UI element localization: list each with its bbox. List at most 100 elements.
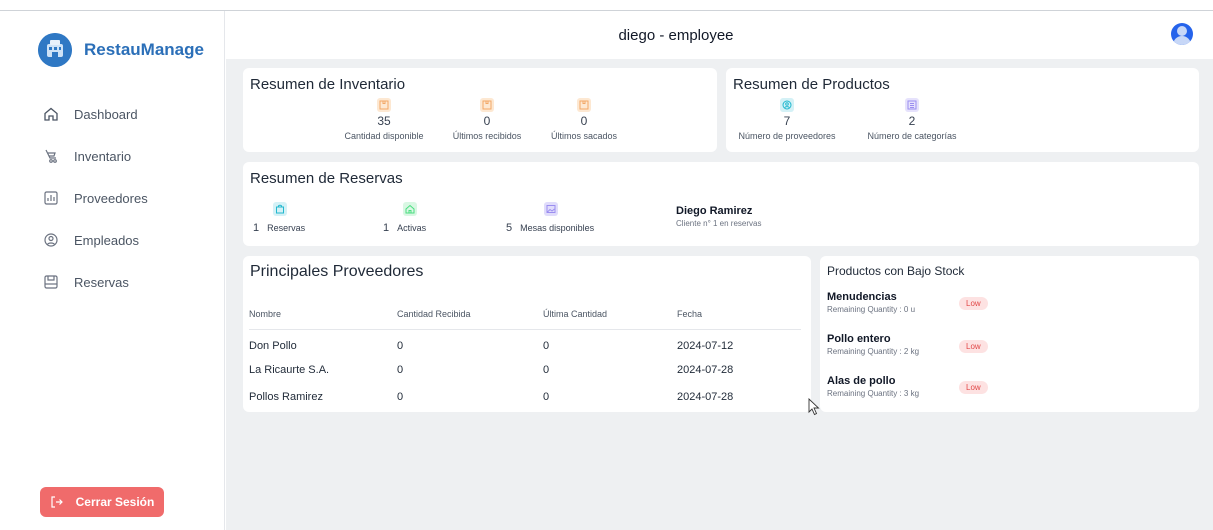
column-header[interactable]: Cantidad Recibida xyxy=(397,299,543,330)
sidebar-item-inventario[interactable]: Inventario xyxy=(42,135,148,177)
bag-icon xyxy=(273,202,287,216)
low-stock-card: Productos con Bajo Stock Menudencias Rem… xyxy=(820,256,1199,412)
sidebar-item-label: Dashboard xyxy=(74,106,138,122)
column-header[interactable]: Fecha xyxy=(677,299,801,330)
table-row[interactable]: La Ricaurte S.A. 0 0 2024-07-28 xyxy=(249,356,801,383)
suppliers-table: Nombre Cantidad Recibida Última Cantidad… xyxy=(249,299,801,410)
status-badge: Low xyxy=(959,340,988,353)
stat-value: 7 xyxy=(783,114,791,128)
remaining-quantity: Remaining Quantity : 0 u xyxy=(827,305,916,314)
inventory-summary-card: Resumen de Inventario 35 Cantidad dispon… xyxy=(243,68,717,152)
stat-active: 1 Activas xyxy=(383,202,426,234)
page-title: diego - employee xyxy=(618,27,734,44)
brand-name: RestauManage xyxy=(84,40,204,59)
chart-icon xyxy=(42,189,60,207)
low-stock-item[interactable]: Alas de pollo Remaining Quantity : 3 kg xyxy=(827,375,919,398)
stat-caption: Mesas disponibles xyxy=(520,223,595,233)
logout-label: Cerrar Sesión xyxy=(75,495,155,509)
stat-value: 5 xyxy=(506,222,513,234)
brand[interactable]: RestauManage xyxy=(38,33,204,67)
sidebar-item-empleados[interactable]: Empleados xyxy=(42,219,148,261)
table-cell: La Ricaurte S.A. xyxy=(249,363,330,376)
inventory-summary-title: Resumen de Inventario xyxy=(250,76,406,93)
stat-available: 35 Cantidad disponible xyxy=(339,98,429,141)
avatar[interactable] xyxy=(1171,23,1193,45)
user-circle-icon xyxy=(780,98,794,112)
low-stock-item[interactable]: Pollo entero Remaining Quantity : 2 kg xyxy=(827,333,919,356)
table-cell: 0 xyxy=(543,390,550,403)
reservation-summary-title: Resumen de Reservas xyxy=(250,170,403,187)
remaining-quantity: Remaining Quantity : 3 kg xyxy=(827,389,920,398)
stat-taken: 0 Últimos sacados xyxy=(546,98,622,141)
stat-caption: Activas xyxy=(397,223,427,233)
product-name: Alas de pollo xyxy=(827,375,896,387)
top-client-name: Diego Ramirez xyxy=(676,205,753,217)
sidebar-item-proveedores[interactable]: Proveedores xyxy=(42,177,148,219)
stat-caption: Cantidad disponible xyxy=(344,131,424,141)
box-icon xyxy=(377,98,391,112)
stat-caption: Número de proveedores xyxy=(738,131,836,141)
sidebar-item-reservas[interactable]: Reservas xyxy=(42,261,148,303)
user-icon xyxy=(42,231,60,249)
product-summary-card: Resumen de Productos 7 Número de proveed… xyxy=(726,68,1199,152)
low-stock-title: Productos con Bajo Stock xyxy=(827,264,965,278)
stat-value: 35 xyxy=(377,114,391,128)
table-cell: 0 xyxy=(397,363,404,376)
sidebar-item-label: Proveedores xyxy=(74,190,148,206)
top-client-note: Cliente n° 1 en reservas xyxy=(676,219,762,228)
stat-suppliers: 7 Número de proveedores xyxy=(732,98,842,141)
box-icon xyxy=(577,98,591,112)
header: diego - employee xyxy=(226,11,1213,59)
status-badge: Low xyxy=(959,297,988,310)
house-icon xyxy=(403,202,417,216)
stat-caption: Número de categorías xyxy=(867,131,957,141)
logout-icon xyxy=(50,495,64,509)
stat-value: 0 xyxy=(580,114,588,128)
table-cell: 2024-07-28 xyxy=(677,390,734,403)
logo-icon xyxy=(38,33,72,67)
sidebar-item-label: Inventario xyxy=(74,148,132,164)
table-header-row: Nombre Cantidad Recibida Última Cantidad… xyxy=(249,299,801,330)
table-cell: 2024-07-12 xyxy=(677,339,734,352)
product-name: Pollo entero xyxy=(827,333,891,345)
table-cell: Pollos Ramirez xyxy=(249,390,323,403)
reservation-summary-card: Resumen de Reservas 1 Reservas 1 Activas 5… xyxy=(243,162,1199,246)
column-header[interactable]: Última Cantidad xyxy=(543,299,677,330)
product-name: Menudencias xyxy=(827,291,897,303)
avatar-body xyxy=(1173,36,1191,45)
status-badge: Low xyxy=(959,381,988,394)
stat-value: 2 xyxy=(908,114,916,128)
low-stock-item[interactable]: Menudencias Remaining Quantity : 0 u xyxy=(827,291,915,314)
product-summary-title: Resumen de Productos xyxy=(733,76,890,93)
home-icon xyxy=(42,105,60,123)
stat-value: 1 xyxy=(383,222,390,234)
sidebar-item-label: Reservas xyxy=(74,274,129,290)
stat-caption: Últimos sacados xyxy=(550,131,618,141)
table-cell: 0 xyxy=(543,363,550,376)
stat-caption: Reservas xyxy=(267,223,306,233)
reservations-icon xyxy=(42,273,60,291)
top-client: Diego Ramirez Cliente n° 1 en reservas xyxy=(676,205,761,228)
logout-button[interactable]: Cerrar Sesión xyxy=(40,487,164,517)
stat-value: 1 xyxy=(253,222,260,234)
stat-reservations: 1 Reservas xyxy=(253,202,305,234)
suppliers-card: Principales Proveedores Nombre Cantidad … xyxy=(243,256,811,412)
table-cell: 0 xyxy=(397,339,404,352)
mouse-cursor-icon xyxy=(808,397,820,421)
suppliers-title: Principales Proveedores xyxy=(250,263,424,280)
avatar-head xyxy=(1177,26,1187,36)
table-cell: 0 xyxy=(397,390,404,403)
sidebar-item-dashboard[interactable]: Dashboard xyxy=(42,93,148,135)
box-icon xyxy=(480,98,494,112)
table-row[interactable]: Don Pollo 0 0 2024-07-12 xyxy=(249,329,801,356)
sidebar-nav: Dashboard Inventario Proveedores Emplead… xyxy=(42,93,148,303)
stat-tables: 5 Mesas disponibles xyxy=(506,202,594,234)
inventory-icon xyxy=(42,147,60,165)
table-cell: Don Pollo xyxy=(249,339,297,352)
list-icon xyxy=(905,98,919,112)
sidebar: RestauManage Dashboard Inventario Provee… xyxy=(0,11,225,530)
image-icon xyxy=(544,202,558,216)
stat-value: 0 xyxy=(483,114,491,128)
table-row[interactable]: Pollos Ramirez 0 0 2024-07-28 xyxy=(249,383,801,410)
column-header[interactable]: Nombre xyxy=(249,299,397,330)
